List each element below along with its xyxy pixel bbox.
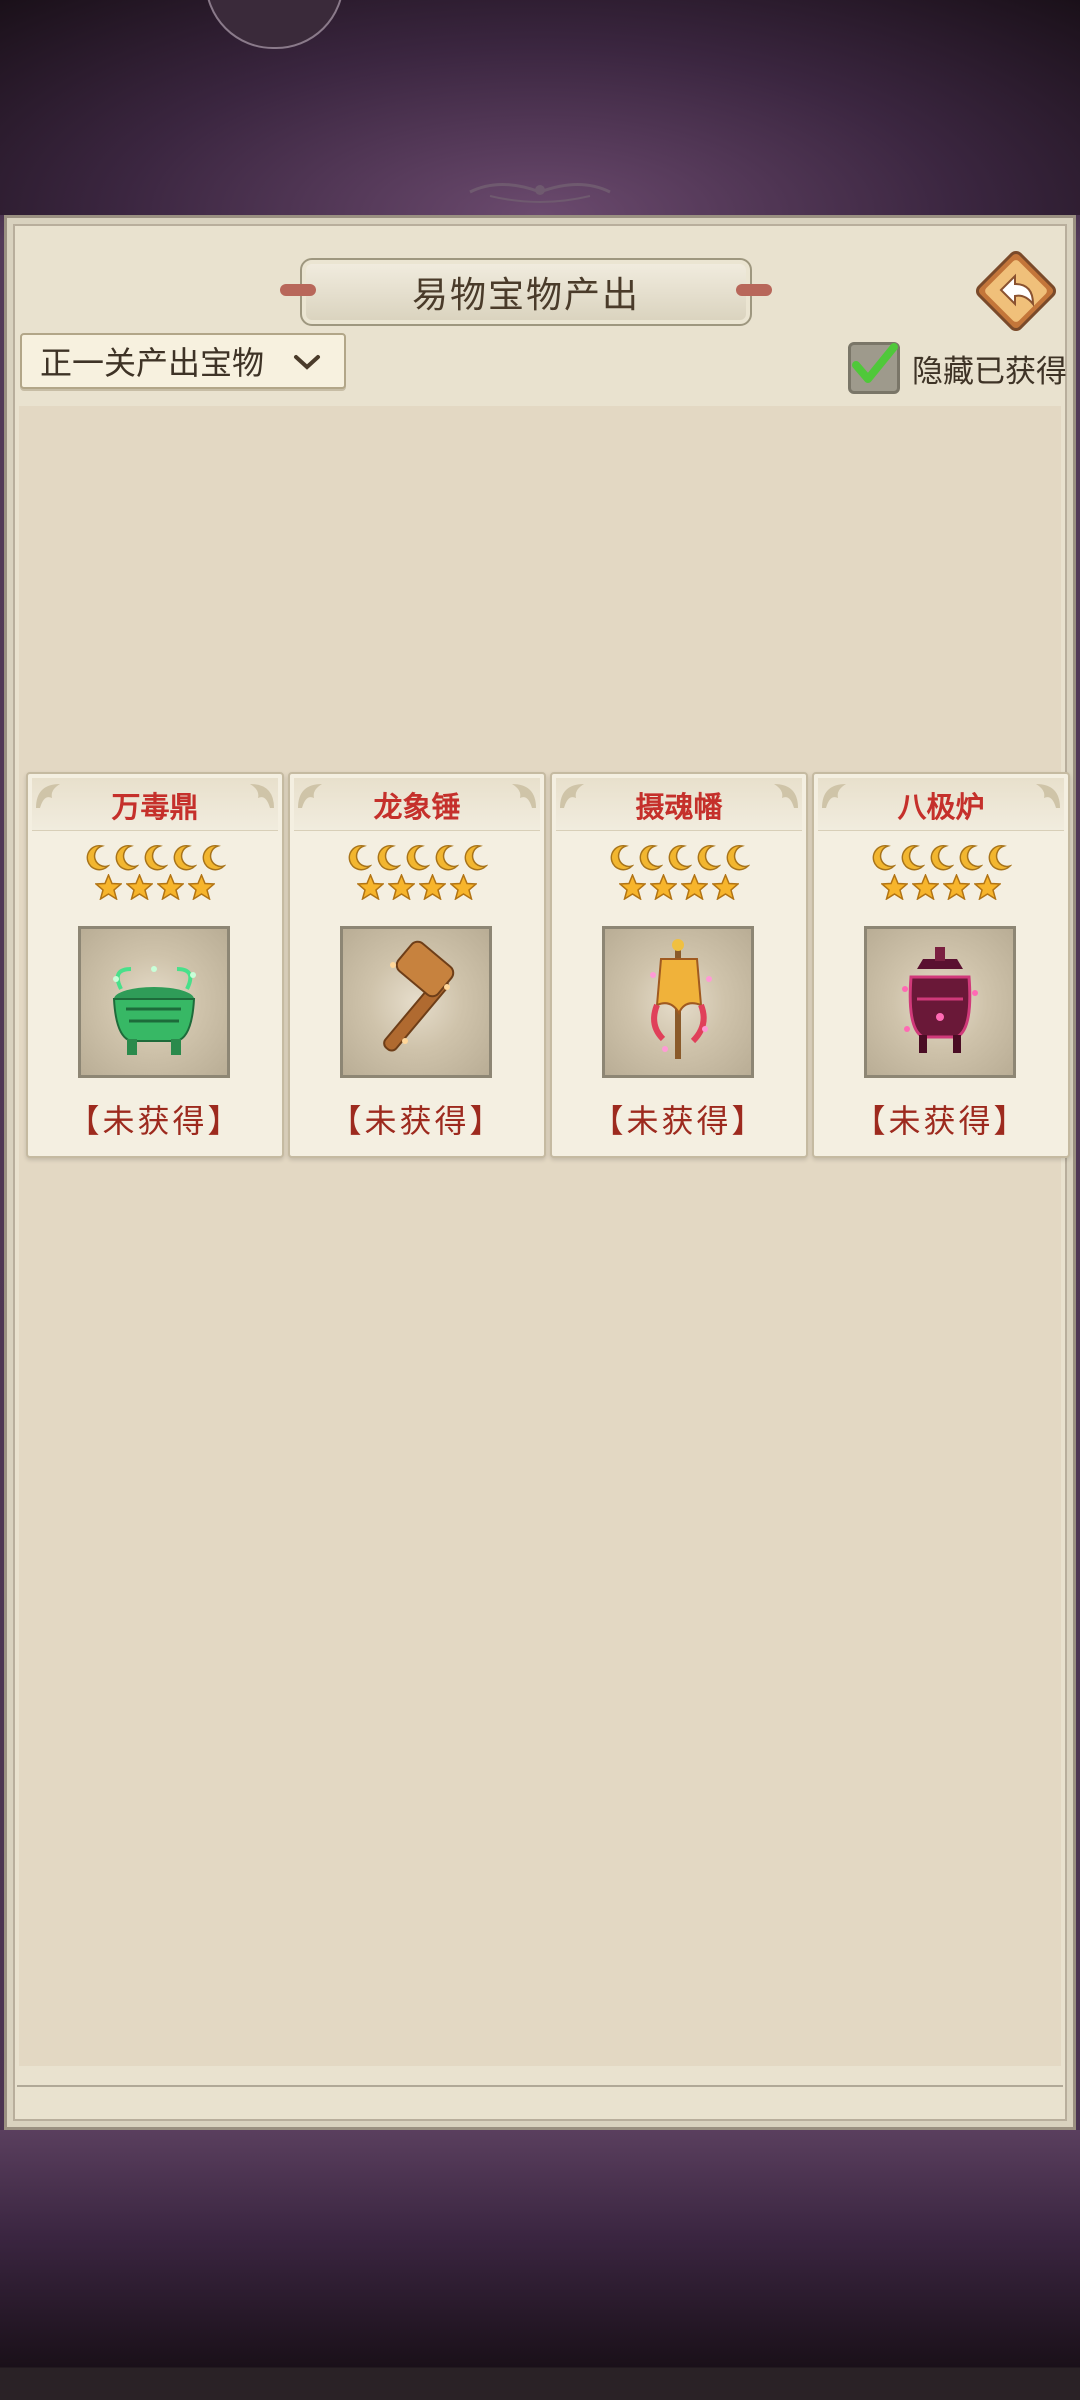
star-icon	[650, 874, 677, 900]
moon-icon	[144, 844, 168, 871]
moon-icon	[86, 844, 110, 871]
obtain-status: 【未获得】	[591, 1102, 767, 1140]
moon-icon	[930, 844, 954, 871]
hide-obtained-toggle[interactable]: 隐藏已获得	[848, 342, 1067, 394]
moon-icon	[872, 844, 896, 871]
obtain-status: 【未获得】	[853, 1102, 1029, 1140]
back-arrow-icon	[975, 250, 1057, 332]
filter-dropdown[interactable]: 正一关产出宝物	[20, 333, 346, 389]
moon-icon	[435, 844, 459, 871]
hide-obtained-label: 隐藏已获得	[912, 353, 1067, 390]
star-rating	[290, 874, 544, 900]
chevron-down-icon	[294, 355, 320, 370]
treasure-image-frame[interactable]	[340, 926, 492, 1078]
star-icon	[619, 874, 646, 900]
star-icon	[357, 874, 384, 900]
obtain-status: 【未获得】	[329, 1102, 505, 1140]
moon-icon	[610, 844, 634, 871]
green-cauldron-icon	[112, 966, 196, 1055]
moon-icon	[726, 844, 750, 871]
bronze-hammer-icon	[383, 940, 455, 1052]
checkmark-icon	[852, 343, 898, 383]
hide-obtained-checkbox[interactable]	[848, 342, 900, 394]
star-icon	[450, 874, 477, 900]
magenta-furnace-icon	[902, 947, 978, 1053]
moon-icon	[377, 844, 401, 871]
star-rating	[552, 874, 806, 900]
treasure-name: 万毒鼎	[111, 790, 199, 824]
moon-rating	[814, 844, 1068, 872]
star-icon	[95, 874, 122, 900]
star-icon	[188, 874, 215, 900]
moon-icon	[115, 844, 139, 871]
banner-right-knob	[736, 284, 772, 296]
treasure-card[interactable]: 万毒鼎 【未获得】	[26, 772, 284, 1158]
moon-icon	[988, 844, 1012, 871]
back-button[interactable]	[965, 240, 1065, 340]
moon-icon	[639, 844, 663, 871]
moon-icon	[697, 844, 721, 871]
treasure-image-frame[interactable]	[864, 926, 1016, 1078]
star-icon	[881, 874, 908, 900]
star-icon	[943, 874, 970, 900]
moon-icon	[959, 844, 983, 871]
moon-icon	[173, 844, 197, 871]
top-ornament-icon	[469, 183, 611, 203]
moon-icon	[668, 844, 692, 871]
star-rating	[814, 874, 1068, 900]
star-rating	[28, 874, 282, 900]
moon-rating	[28, 844, 282, 872]
treasure-card[interactable]: 龙象锤 【未获得】	[288, 772, 546, 1158]
treasure-image-frame[interactable]	[602, 926, 754, 1078]
title-banner: 易物宝物产出	[280, 258, 772, 326]
treasure-name: 八极炉	[897, 790, 985, 824]
treasure-name: 龙象锤	[373, 790, 461, 824]
treasure-name: 摄魂幡	[635, 790, 723, 824]
star-icon	[712, 874, 739, 900]
treasure-output-panel	[4, 215, 1076, 2130]
treasure-image-frame[interactable]	[78, 926, 230, 1078]
soul-banner-icon	[650, 939, 712, 1059]
filter-dropdown-value: 正一关产出宝物	[40, 344, 265, 382]
page-title: 易物宝物产出	[411, 275, 640, 316]
treasure-card[interactable]: 摄魂幡 【未获得】	[550, 772, 808, 1158]
star-icon	[912, 874, 939, 900]
moon-icon	[901, 844, 925, 871]
moon-icon	[464, 844, 488, 871]
moon-rating	[552, 844, 806, 872]
star-icon	[419, 874, 446, 900]
star-icon	[974, 874, 1001, 900]
star-icon	[126, 874, 153, 900]
treasure-card[interactable]: 八极炉 【未获得】	[812, 772, 1070, 1158]
panel-divider	[17, 2085, 1063, 2087]
star-icon	[157, 874, 184, 900]
moon-icon	[406, 844, 430, 871]
moon-rating	[290, 844, 544, 872]
star-icon	[681, 874, 708, 900]
bottom-background	[0, 2130, 1080, 2400]
moon-icon	[348, 844, 372, 871]
treasure-list-area	[19, 406, 1061, 2066]
banner-left-knob	[280, 284, 316, 296]
moon-icon	[202, 844, 226, 871]
obtain-status: 【未获得】	[67, 1102, 243, 1140]
star-icon	[388, 874, 415, 900]
treasure-card-row: 万毒鼎 【未获得】 龙象锤 【未获得】 摄魂幡 【未获得】 八极炉 【未获得】	[26, 772, 1070, 1158]
